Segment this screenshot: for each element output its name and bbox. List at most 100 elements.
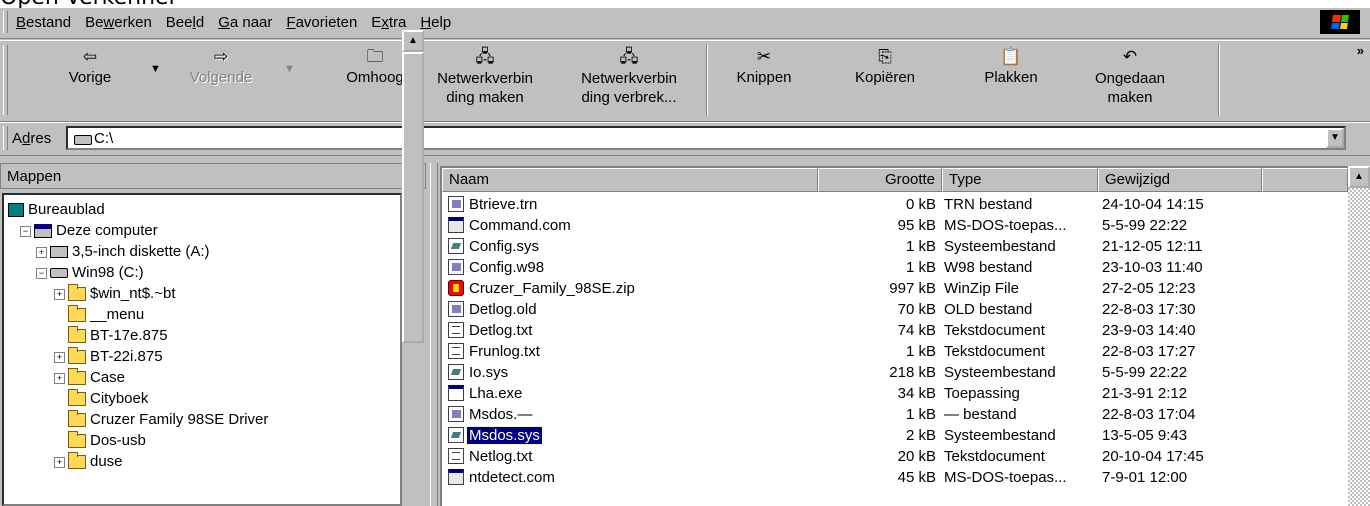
collapse-icon[interactable]: − — [36, 268, 47, 279]
file-size: 34 kB — [897, 385, 936, 402]
file-row[interactable]: Config.w98 1 kB W98 bestand 23-10-03 11:40 — [442, 257, 1348, 278]
menu-item-6[interactable]: Help — [420, 14, 451, 32]
file-icon — [448, 448, 464, 464]
map-drive-label: Netwerkverbin ding maken — [437, 70, 533, 106]
address-dropdown-button[interactable]: ▼ — [1326, 128, 1344, 148]
address-combobox[interactable]: C:\ ▼ — [66, 126, 1346, 150]
file-name: Lha.exe — [469, 385, 523, 402]
file-list-scrollbar[interactable]: ▲ — [1348, 166, 1370, 506]
scroll-thumb[interactable] — [402, 52, 424, 343]
menu-item-0[interactable]: Bestand — [16, 14, 71, 32]
file-size: 997 kB — [889, 280, 936, 297]
undo-button[interactable]: ↶ Ongedaan maken — [1082, 47, 1178, 107]
tree-item[interactable]: $win_nt$.~bt — [68, 283, 175, 304]
desktop-icon — [8, 203, 24, 218]
file-row[interactable]: ntdetect.com 45 kB MS-DOS-toepas... 7-9-01 … — [442, 467, 1348, 488]
file-modified: 5-5-99 22:22 — [1102, 364, 1188, 381]
window-title: Open Verkenner — [0, 0, 1370, 8]
file-icon — [448, 469, 464, 485]
folder-tree-scrollbar[interactable]: ▲ — [402, 30, 424, 343]
file-size: 74 kB — [897, 322, 936, 339]
column-header-type[interactable]: Type — [942, 168, 1098, 192]
copy-button[interactable]: ⎘ Kopiëren — [830, 47, 940, 87]
file-size: 95 kB — [897, 217, 936, 234]
cut-label: Knippen — [736, 69, 792, 86]
address-input[interactable]: C:\ — [94, 130, 113, 147]
expand-icon[interactable]: + — [54, 373, 65, 384]
cut-button[interactable]: ✂ Knippen — [712, 47, 816, 87]
tree-item[interactable]: Cruzer Family 98SE Driver — [68, 409, 268, 430]
file-row[interactable]: Btrieve.trn 0 kB TRN bestand 24-10-04 14:15 — [442, 194, 1348, 215]
tree-item[interactable]: duse — [68, 451, 123, 472]
tree-item[interactable]: Bureaublad — [8, 199, 105, 220]
paste-icon: 📋 — [1000, 47, 1022, 66]
file-row[interactable]: Frunlog.txt 1 kB Tekstdocument 22-8-03 17:2… — [442, 341, 1348, 362]
map-drive-icon: 🖧 — [475, 47, 495, 66]
file-row[interactable]: Cruzer_Family_98SE.zip 997 kB WinZip File 2… — [442, 278, 1348, 299]
back-button[interactable]: ⇦ Vorige — [50, 47, 130, 87]
addressbar-grip[interactable] — [3, 126, 8, 150]
back-dropdown[interactable]: ▼ — [150, 63, 161, 75]
tree-item[interactable]: Case — [68, 367, 125, 388]
file-row[interactable]: Detlog.old 70 kB OLD bestand 22-8-03 17:30 — [442, 299, 1348, 320]
toolbar-more-chevron[interactable]: » — [1357, 43, 1364, 58]
toolbar-grip[interactable] — [3, 45, 8, 115]
file-row[interactable]: Io.sys 218 kB Systeembestand 5-5-99 22:22 — [442, 362, 1348, 383]
map-network-drive-button[interactable]: 🖧 Netwerkverbin ding maken — [422, 47, 548, 107]
column-header-modified[interactable]: Gewijzigd — [1098, 168, 1262, 192]
menu-item-4[interactable]: Favorieten — [286, 14, 357, 32]
menubar-grip[interactable] — [3, 11, 8, 33]
file-name: Config.w98 — [469, 259, 545, 276]
menu-item-3[interactable]: Ga naar — [218, 14, 272, 32]
paste-button[interactable]: 📋 Plakken — [956, 47, 1066, 87]
tree-item[interactable]: Win98 (C:) — [50, 262, 144, 283]
expand-icon[interactable]: + — [54, 457, 65, 468]
disconnect-network-drive-button[interactable]: 🖧 Netwerkverbin ding verbrek... — [566, 47, 692, 107]
file-row[interactable]: Lha.exe 34 kB Toepassing 21-3-91 2:12 — [442, 383, 1348, 404]
window-title-text: Open Verkenner — [0, 0, 178, 8]
file-row[interactable]: Msdos.— 1 kB — bestand 22-8-03 17:04 — [442, 404, 1348, 425]
file-size: 1 kB — [905, 259, 936, 276]
expand-icon[interactable]: + — [36, 247, 47, 258]
column-header-size[interactable]: Grootte — [818, 168, 942, 192]
file-type: Systeembestand — [944, 427, 1056, 444]
file-size: 1 kB — [905, 406, 936, 423]
back-label: Vorige — [68, 69, 112, 86]
forward-button[interactable]: ⇨ Volgende — [176, 47, 266, 87]
tree-item[interactable]: Cityboek — [68, 388, 148, 409]
tree-item[interactable]: __menu — [68, 304, 144, 325]
file-row[interactable]: Netlog.txt 20 kB Tekstdocument 20-10-04 17:… — [442, 446, 1348, 467]
drive-icon — [74, 135, 92, 145]
file-name: Io.sys — [469, 364, 509, 381]
menu-item-1[interactable]: Bewerken — [85, 14, 152, 32]
file-size: 0 kB — [905, 196, 936, 213]
expand-icon[interactable]: + — [54, 289, 65, 300]
tree-item[interactable]: 3,5-inch diskette (A:) — [50, 241, 210, 262]
column-header-name[interactable]: Naam — [442, 168, 818, 192]
tree-item[interactable]: Dos-usb — [68, 430, 146, 451]
pane-splitter[interactable] — [430, 163, 438, 506]
file-row[interactable]: Msdos.sys 2 kB Systeembestand 13-5-05 9:43 — [442, 425, 1348, 446]
file-list-scroll-up-button[interactable]: ▲ — [1348, 166, 1370, 188]
file-icon — [448, 301, 464, 317]
scroll-up-button[interactable]: ▲ — [402, 30, 424, 52]
file-row[interactable]: Command.com 95 kB MS-DOS-toepas... 5-5-99 2… — [442, 215, 1348, 236]
tree-item[interactable]: BT-17e.875 — [68, 325, 168, 346]
forward-dropdown[interactable]: ▼ — [284, 63, 295, 75]
folder-icon — [68, 284, 86, 302]
file-modified: 22-8-03 17:30 — [1102, 301, 1196, 318]
tree-item[interactable]: BT-22i.875 — [68, 346, 163, 367]
copy-icon: ⎘ — [878, 47, 892, 66]
copy-label: Kopiëren — [854, 69, 916, 86]
disconnect-label: Netwerkverbin ding verbrek... — [581, 70, 677, 106]
scissors-icon: ✂ — [756, 47, 772, 66]
expand-icon[interactable]: + — [54, 352, 65, 363]
undo-icon: ↶ — [1122, 47, 1138, 66]
file-row[interactable]: Detlog.txt 74 kB Tekstdocument 23-9-03 14:4… — [442, 320, 1348, 341]
file-row[interactable]: Config.sys 1 kB Systeembestand 21-12-05 12:… — [442, 236, 1348, 257]
collapse-icon[interactable]: − — [20, 226, 31, 237]
file-icon — [448, 343, 464, 359]
menu-item-2[interactable]: Beeld — [166, 14, 204, 32]
file-type: Tekstdocument — [944, 448, 1045, 465]
tree-item[interactable]: Deze computer — [34, 220, 158, 241]
